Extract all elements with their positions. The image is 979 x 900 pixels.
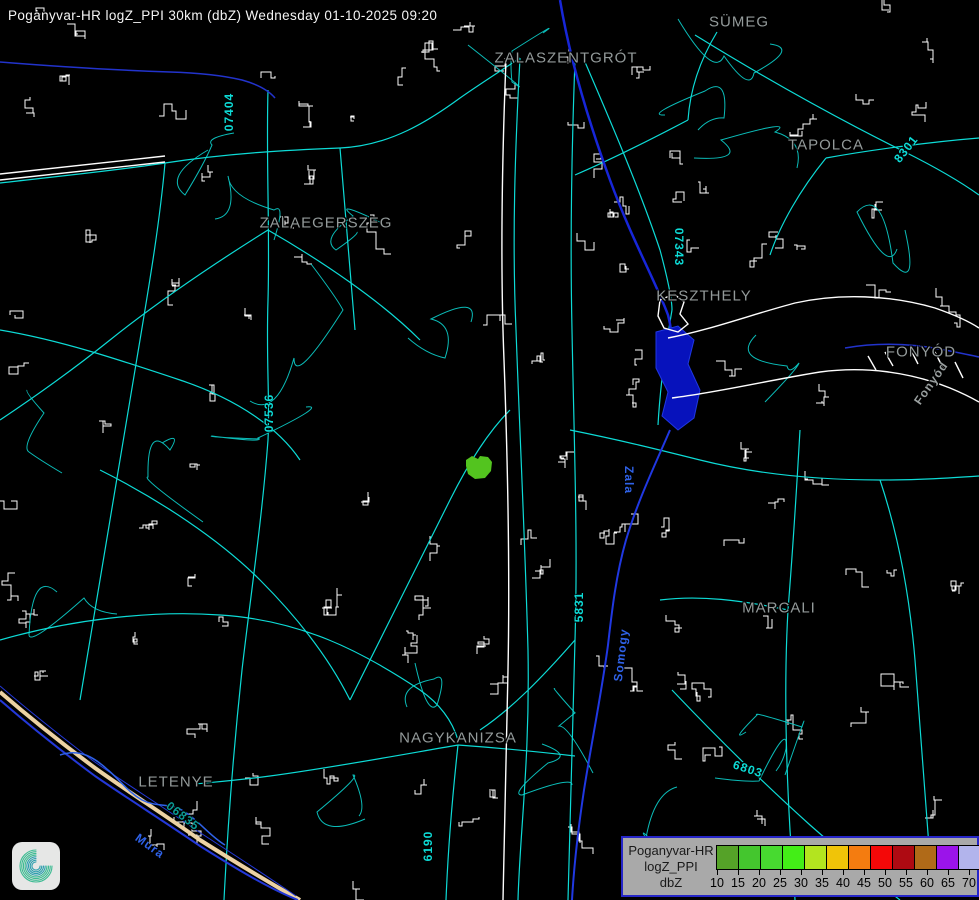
legend-radar-name: Poganyvar-HR: [625, 843, 717, 859]
legend-unit: dbZ: [625, 875, 717, 891]
road-number-label: 6190: [421, 831, 435, 862]
legend-tick: [948, 869, 949, 875]
met-spiral-logo: [12, 842, 60, 890]
radar-map-view: Poganyvar-HR logZ_PPI 30km (dbZ) Wednesd…: [0, 0, 979, 900]
road-number-label: 07536: [262, 394, 276, 432]
map-linework: [0, 0, 979, 900]
road-number-label: 07404: [222, 93, 236, 131]
legend-tick: [906, 869, 907, 875]
legend-tick-label: 10: [710, 876, 724, 890]
legend-tick-label: 65: [941, 876, 955, 890]
city-label: MARCALI: [742, 600, 816, 617]
legend-tick: [717, 869, 718, 875]
legend-swatch: [826, 845, 849, 870]
legend-tick: [927, 869, 928, 875]
river-name-label: Zala: [622, 466, 636, 494]
legend-tick-label: 50: [878, 876, 892, 890]
legend-swatch: [738, 845, 761, 870]
legend-tick: [822, 869, 823, 875]
legend-tick-label: 30: [794, 876, 808, 890]
kis-balaton-water: [656, 326, 700, 430]
legend-tick-label: 35: [815, 876, 829, 890]
legend-tick: [801, 869, 802, 875]
city-label: ZALASZENTGRÓT: [494, 50, 637, 67]
legend-title: Poganyvar-HR logZ_PPI dbZ: [625, 843, 717, 891]
settlement-outlines: [0, 0, 964, 900]
legend-tick-label: 55: [899, 876, 913, 890]
city-label: SÜMEG: [709, 14, 769, 31]
legend-tick-label: 25: [773, 876, 787, 890]
legend-tick: [969, 869, 970, 875]
legend-tick-label: 40: [836, 876, 850, 890]
legend-tick-label: 70: [962, 876, 976, 890]
legend-tick: [885, 869, 886, 875]
legend-tick: [759, 869, 760, 875]
spiral-icon: [12, 842, 60, 890]
legend-swatch: [892, 845, 915, 870]
legend-swatch: [958, 845, 979, 870]
city-label: TAPOLCA: [788, 137, 864, 154]
road-number-label: 07343: [672, 228, 686, 266]
legend-swatch: [848, 845, 871, 870]
legend-swatch: [870, 845, 893, 870]
legend-swatch: [716, 845, 739, 870]
city-label: ZALAEGERSZEG: [260, 215, 393, 232]
legend-tick: [843, 869, 844, 875]
city-label: NAGYKANIZSA: [399, 730, 517, 747]
legend-swatch: [804, 845, 827, 870]
city-label: LETENYE: [138, 774, 213, 791]
legend-axis: 10152025303540455055606570: [717, 869, 971, 895]
rivers: [0, 0, 979, 900]
legend-panel: Poganyvar-HR logZ_PPI dbZ 10 15 20 25 30 35 40…: [621, 836, 979, 897]
legend-tick-label: 20: [752, 876, 766, 890]
legend-tick: [780, 869, 781, 875]
radar-echo-blob: [466, 456, 492, 479]
legend-tick-label: 45: [857, 876, 871, 890]
map-title: Poganyvar-HR logZ_PPI 30km (dbZ) Wednesd…: [8, 8, 437, 23]
legend-product: logZ_PPI: [625, 859, 717, 875]
legend-swatch: [782, 845, 805, 870]
legend-tick: [864, 869, 865, 875]
legend-colorbar: [717, 845, 979, 870]
road-number-label: 5831: [572, 592, 586, 623]
city-label: FONYÓD: [886, 344, 956, 361]
legend-swatch: [936, 845, 959, 870]
city-label: KESZTHELY: [656, 288, 751, 305]
legend-tick: [738, 869, 739, 875]
legend-swatch: [914, 845, 937, 870]
legend-tick-label: 60: [920, 876, 934, 890]
legend-tick-label: 15: [731, 876, 745, 890]
legend-swatch: [760, 845, 783, 870]
